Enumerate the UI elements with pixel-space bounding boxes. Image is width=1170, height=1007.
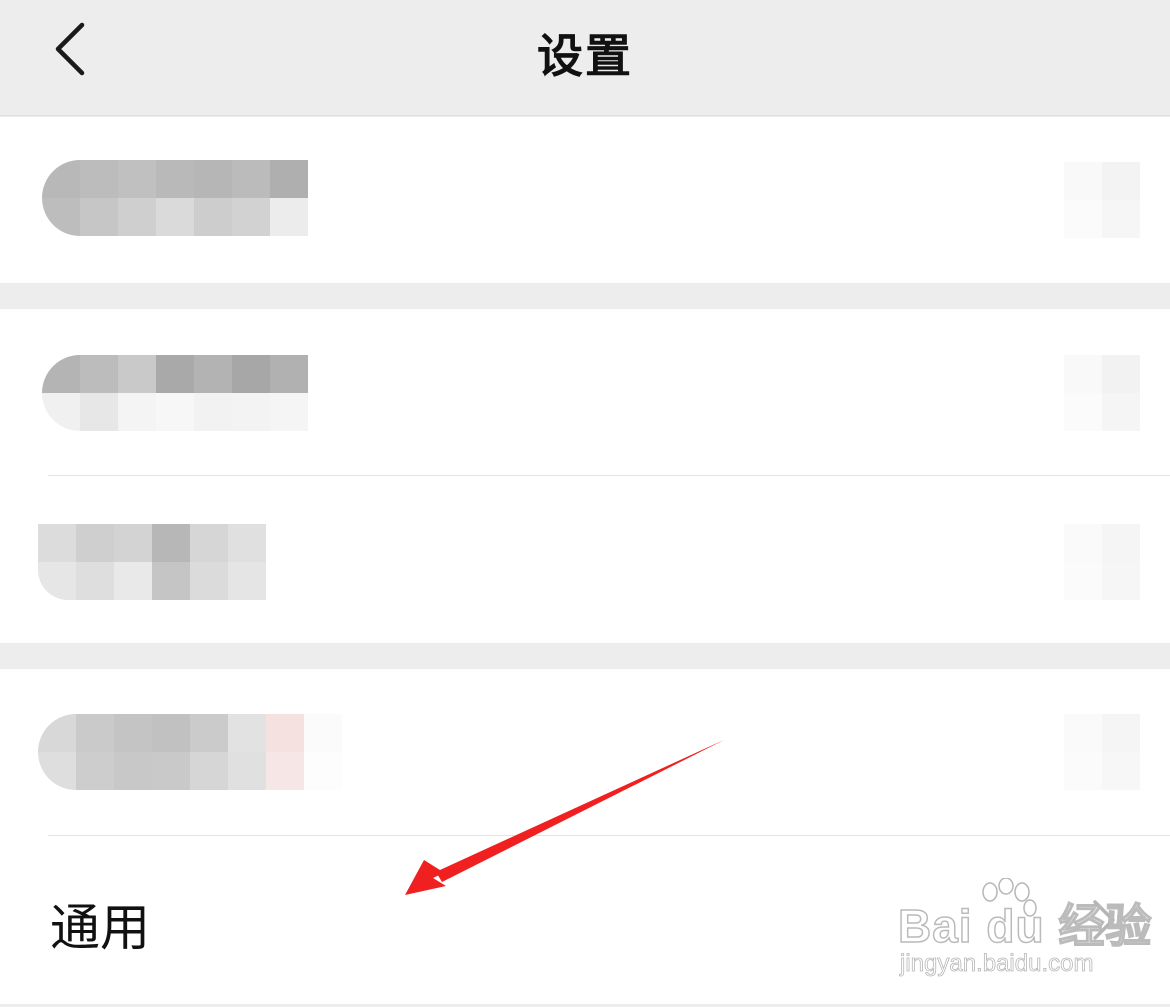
settings-row-general[interactable]: 通用	[0, 836, 1170, 1004]
settings-group-3: 通用	[0, 669, 1170, 1004]
settings-row-2b[interactable]	[0, 476, 1170, 643]
blurred-row-label	[42, 355, 308, 431]
settings-group-2	[0, 309, 1170, 643]
settings-row-2a[interactable]	[0, 309, 1170, 475]
blurred-row-label	[38, 524, 266, 600]
blurred-row-label	[42, 160, 308, 236]
blurred-chevron	[1064, 162, 1140, 238]
page-title: 设置	[537, 29, 633, 83]
general-label: 通用	[50, 899, 150, 957]
settings-row-3a[interactable]	[0, 669, 1170, 835]
chevron-right-icon	[1093, 900, 1115, 940]
blurred-chevron	[1064, 524, 1140, 600]
blurred-chevron	[1064, 355, 1140, 431]
navigation-bar: 设置	[0, 0, 1170, 116]
settings-group-account	[0, 117, 1170, 283]
blurred-chevron	[1064, 714, 1140, 790]
blurred-row-label	[38, 714, 342, 790]
settings-row-account[interactable]	[0, 117, 1170, 283]
